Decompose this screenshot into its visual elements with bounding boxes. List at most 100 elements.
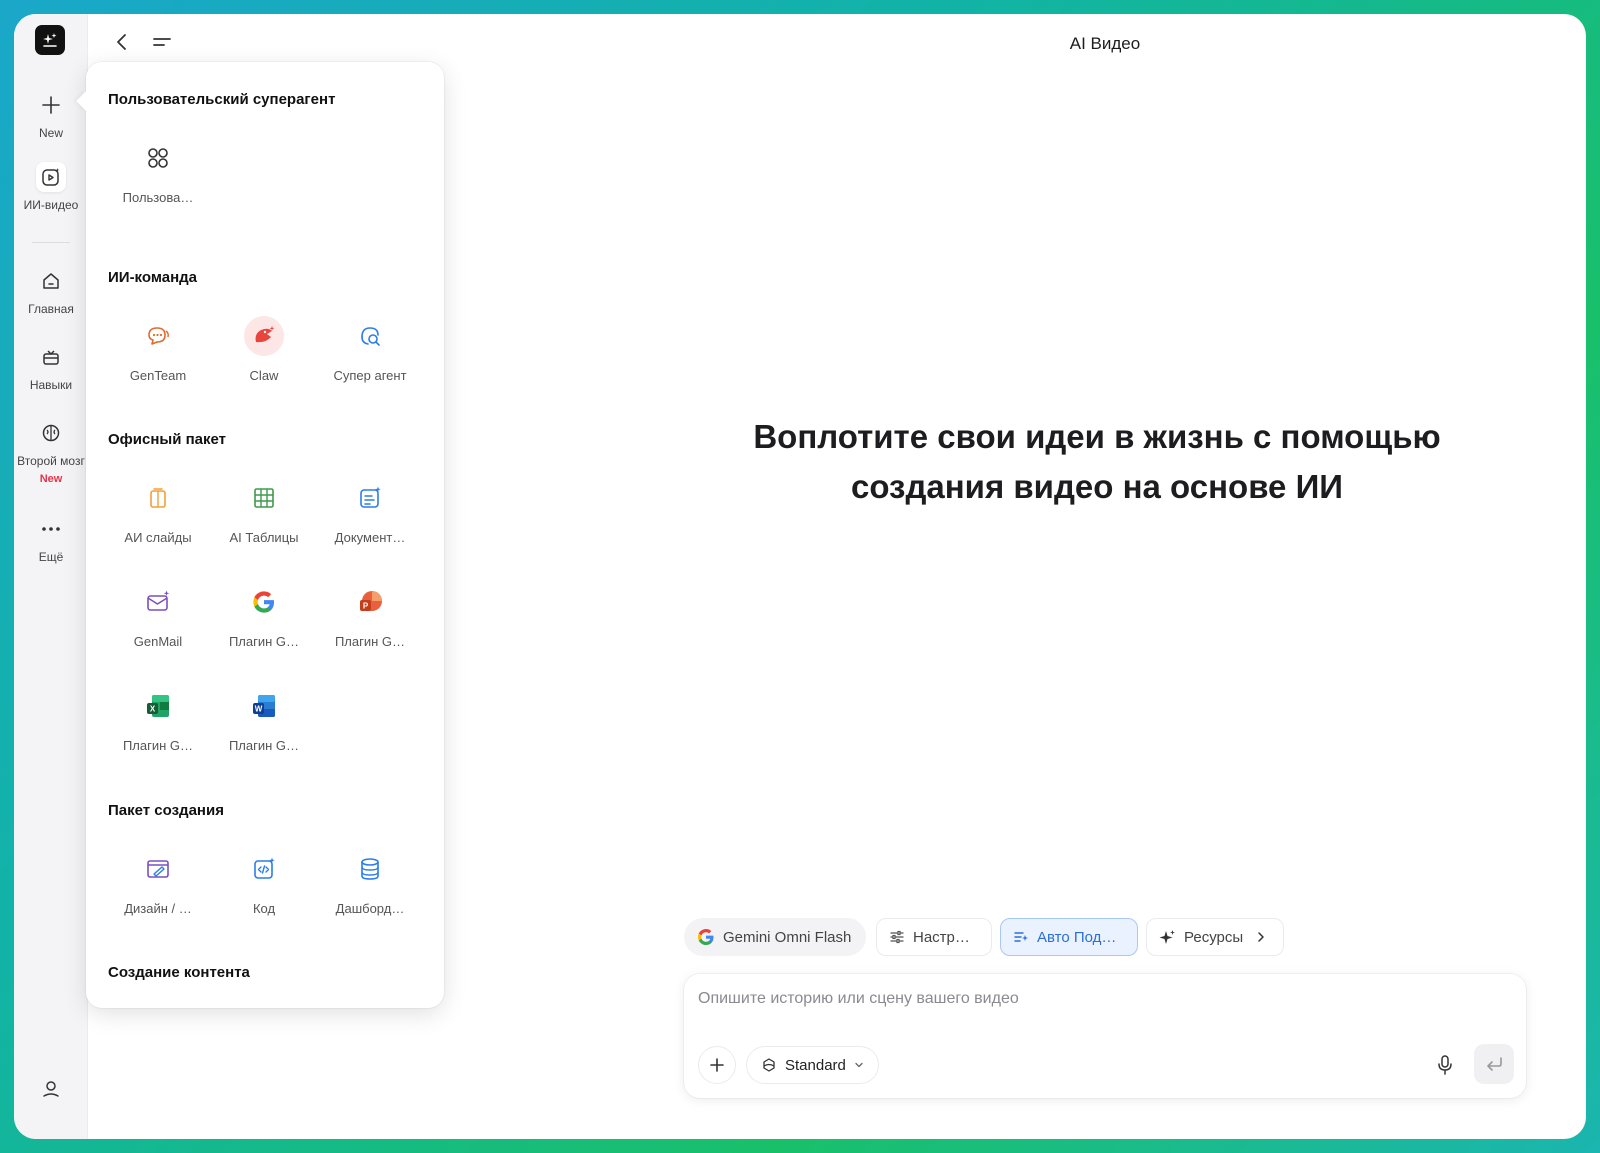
tile-design[interactable]: Дизайн / … bbox=[105, 849, 211, 916]
rail-item-label: Главная bbox=[28, 302, 74, 316]
left-rail: New ИИ-видео Главная Навыки Второй мозг … bbox=[14, 14, 88, 1139]
standard-mode-icon bbox=[761, 1057, 777, 1073]
settings-chip[interactable]: Настр… bbox=[876, 918, 992, 956]
google-icon bbox=[244, 582, 284, 622]
tile-code[interactable]: Код bbox=[211, 849, 317, 916]
tile-genteam[interactable]: GenTeam bbox=[105, 316, 211, 383]
enter-icon bbox=[1484, 1055, 1504, 1073]
powerpoint-icon: P bbox=[350, 582, 390, 622]
word-icon: W bbox=[244, 686, 284, 726]
more-icon bbox=[36, 514, 66, 544]
plus-icon bbox=[36, 90, 66, 120]
auto-list-icon bbox=[1013, 929, 1029, 945]
tile-label: Плагин G… bbox=[228, 634, 300, 649]
new-badge: New bbox=[39, 473, 63, 485]
tile-label: Дашборд… bbox=[335, 901, 405, 916]
tile-label: Плагин G… bbox=[122, 738, 194, 753]
tile-claw[interactable]: Claw bbox=[211, 316, 317, 383]
prompt-input[interactable] bbox=[698, 986, 1478, 1012]
tile-label: Плагин G… bbox=[228, 738, 300, 753]
tile-excel-plugin[interactable]: X Плагин G… bbox=[105, 686, 211, 753]
grid-circles-icon bbox=[138, 138, 178, 178]
tile-label: Супер агент bbox=[333, 368, 407, 383]
section-title: Пользовательский суперагент bbox=[108, 91, 336, 108]
attach-button[interactable] bbox=[698, 1046, 736, 1084]
tile-docs[interactable]: Документ… bbox=[317, 478, 423, 545]
user-avatar-icon[interactable] bbox=[38, 1076, 64, 1102]
tile-powerpoint-plugin[interactable]: P Плагин G… bbox=[317, 582, 423, 649]
tile-ai-sheets[interactable]: AI Таблицы bbox=[211, 478, 317, 545]
rail-item-label: ИИ-видео bbox=[23, 198, 79, 212]
rail-item-label: Навыки bbox=[29, 378, 73, 392]
svg-text:W: W bbox=[255, 705, 263, 714]
app-logo-icon[interactable] bbox=[35, 25, 65, 55]
hero-line-1: Воплотите свои идеи в жизнь с помощью bbox=[753, 418, 1441, 455]
tile-google-plugin[interactable]: Плагин G… bbox=[211, 582, 317, 649]
svg-text:P: P bbox=[363, 602, 369, 611]
rail-item-home[interactable]: Главная bbox=[14, 266, 88, 316]
menu-icon[interactable] bbox=[150, 30, 174, 54]
hero-line-2: создания видео на основе ИИ bbox=[850, 468, 1344, 505]
rail-item-second-brain[interactable]: Второй мозг New bbox=[14, 418, 88, 485]
chevron-down-icon bbox=[854, 1060, 864, 1070]
tile-label: Пользова… bbox=[122, 190, 194, 205]
section-title: Пакет создания bbox=[108, 802, 224, 819]
docs-icon bbox=[350, 478, 390, 518]
tile-dashboard[interactable]: Дашборд… bbox=[317, 849, 423, 916]
back-icon[interactable] bbox=[110, 30, 134, 54]
rail-item-label: New bbox=[38, 126, 63, 140]
rail-item-label: Ещё bbox=[38, 550, 64, 564]
tile-label: АИ слайды bbox=[124, 530, 192, 545]
chip-label: Gemini Omni Flash bbox=[723, 928, 852, 946]
tile-super-agent[interactable]: Супер агент bbox=[317, 316, 423, 383]
model-chip[interactable]: Gemini Omni Flash bbox=[684, 918, 866, 956]
video-sparkle-icon bbox=[36, 162, 66, 192]
tile-label: GenTeam bbox=[129, 368, 187, 383]
send-button[interactable] bbox=[1474, 1044, 1514, 1084]
tile-custom-agent[interactable]: Пользова… bbox=[105, 138, 211, 205]
mode-label: Standard bbox=[785, 1056, 846, 1074]
tile-label: GenMail bbox=[133, 634, 183, 649]
tile-label: Claw bbox=[249, 368, 279, 383]
rail-item-label: Второй мозг bbox=[17, 454, 85, 468]
database-icon bbox=[350, 849, 390, 889]
mail-icon bbox=[138, 582, 178, 622]
tile-label: Дизайн / … bbox=[124, 901, 192, 916]
skills-icon bbox=[36, 342, 66, 372]
tile-ai-slides[interactable]: АИ слайды bbox=[105, 478, 211, 545]
microphone-icon[interactable] bbox=[1430, 1050, 1460, 1080]
sliders-icon bbox=[889, 929, 905, 945]
plus-icon bbox=[709, 1057, 725, 1073]
section-title: Создание контента bbox=[108, 964, 250, 981]
rail-item-new[interactable]: New bbox=[14, 90, 88, 140]
tile-genmail[interactable]: GenMail bbox=[105, 582, 211, 649]
rail-item-more[interactable]: Ещё bbox=[14, 514, 88, 564]
sheets-icon bbox=[244, 478, 284, 518]
tile-word-plugin[interactable]: W Плагин G… bbox=[211, 686, 317, 753]
sparkle-icon bbox=[1159, 929, 1176, 946]
home-icon bbox=[36, 266, 66, 296]
genteam-chat-icon bbox=[138, 316, 178, 356]
slides-icon bbox=[138, 478, 178, 518]
google-icon bbox=[697, 928, 715, 946]
svg-text:X: X bbox=[150, 705, 156, 714]
tile-label: Плагин G… bbox=[334, 634, 406, 649]
brain-icon bbox=[36, 418, 66, 448]
resources-chip[interactable]: Ресурсы bbox=[1146, 918, 1284, 956]
chip-label: Авто Под… bbox=[1037, 928, 1117, 946]
prompt-composer: Standard bbox=[684, 974, 1526, 1098]
excel-icon: X bbox=[138, 686, 178, 726]
chip-label: Ресурсы bbox=[1184, 928, 1244, 946]
design-icon bbox=[138, 849, 178, 889]
rail-item-ai-video[interactable]: ИИ-видео bbox=[14, 162, 88, 212]
auto-chip[interactable]: Авто Под… bbox=[1000, 918, 1138, 956]
section-title: ИИ-команда bbox=[108, 269, 197, 286]
chip-label: Настр… bbox=[913, 928, 970, 946]
mode-select[interactable]: Standard bbox=[746, 1046, 879, 1084]
section-title: Офисный пакет bbox=[108, 431, 227, 448]
tile-label: AI Таблицы bbox=[229, 530, 299, 545]
chevron-right-icon bbox=[1255, 931, 1267, 943]
app-window: New ИИ-видео Главная Навыки Второй мозг … bbox=[14, 14, 1586, 1139]
rail-item-skills[interactable]: Навыки bbox=[14, 342, 88, 392]
rail-divider bbox=[32, 242, 70, 243]
